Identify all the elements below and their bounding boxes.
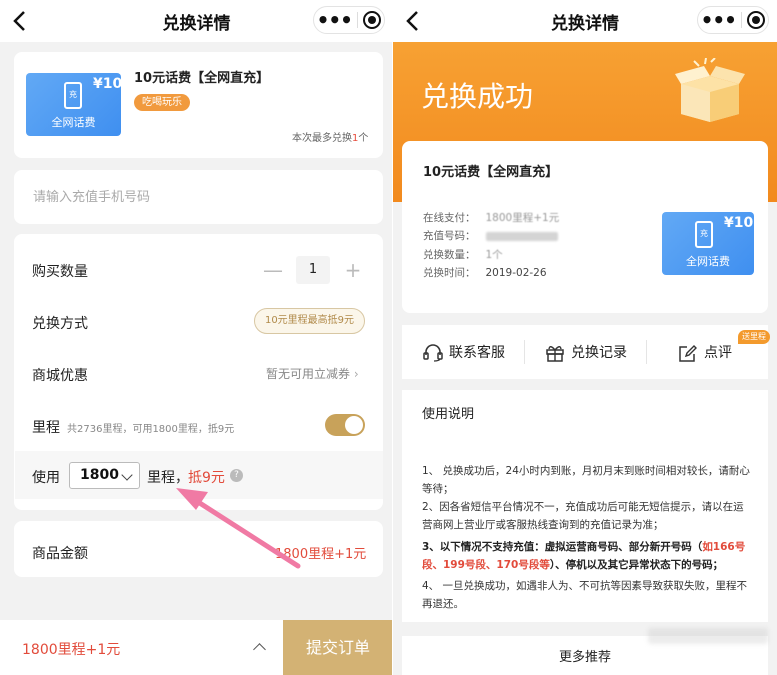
more-dots-icon[interactable]: ••• [701, 10, 737, 30]
page-title: 兑换详情 [551, 13, 619, 34]
back-arrow-icon[interactable] [10, 9, 32, 33]
detail-quantity: 兑换数量： 1个 [423, 249, 503, 261]
action-bar: 联系客服 兑换记录 点评 [402, 325, 768, 379]
redeem-records-button[interactable]: 兑换记录 [545, 342, 627, 362]
help-icon[interactable]: ? [230, 469, 243, 482]
mini-program-capsule: ••• [697, 6, 769, 34]
redeem-method-option[interactable]: 10元里程最高抵9元 [254, 308, 365, 334]
gift-box-icon [675, 58, 745, 122]
mileage-amount-select[interactable]: 1800 [69, 462, 140, 489]
left-navbar: 兑换详情 ••• [0, 0, 393, 42]
watermark [648, 628, 768, 644]
voucher-amount: ¥10 [724, 215, 754, 231]
edit-icon [679, 345, 697, 362]
voucher-caption: 全网话费 [686, 255, 730, 268]
mileage-toggle[interactable] [325, 414, 365, 436]
detail-payment: 在线支付： 1800里程+1元 [423, 212, 560, 224]
action-divider [646, 340, 647, 364]
right-screen: 兑换详情 ••• 兑换成功 10元话费【全网直充】 在线支付： 1800里程+1元… [393, 0, 777, 675]
category-tag: 吃喝玩乐 [134, 94, 190, 111]
usage-item-1: 1、 兑换成功后，24小时内到账，月初月末到账时间相对较长，请耐心等待； [422, 465, 750, 495]
right-navbar: 兑换详情 ••• [393, 0, 777, 42]
capsule-divider [741, 12, 743, 28]
usage-title: 使用说明 [422, 407, 475, 422]
usage-item-4: 4、 一旦兑换成功，如遇非人为、不可抗等因素导致获取失败，里程不再退还。 [422, 580, 748, 610]
chevron-right-icon: › [353, 367, 359, 381]
discount-value[interactable]: 暂无可用立减券 › [266, 365, 359, 382]
purchase-limit: 本次最多兑换1个 [292, 133, 369, 144]
page-title: 兑换详情 [162, 13, 231, 34]
voucher-amount: ¥10 [93, 76, 123, 92]
mileage-unit: 里程， [147, 470, 189, 486]
left-screen: 兑换详情 ••• 充 ¥10 全网话费 10元话费【全网直充】 吃喝玩乐 本次最… [0, 0, 393, 675]
reward-badge: 送里程 [738, 330, 770, 344]
discount-label: 商城优惠 [32, 368, 88, 384]
use-label: 使用 [32, 470, 60, 486]
quantity-stepper: — 1 + [262, 255, 364, 285]
usage-item-2: 2、因各省短信平台情况不一，充值成功后可能无短信提示，请以在运营商网上营业厅或客… [422, 501, 744, 531]
phone-recharge-icon: 充 [64, 82, 82, 109]
mileage-offset: 抵9元 [188, 470, 225, 486]
quantity-label: 购买数量 [32, 264, 88, 280]
usage-item-3: 3、以下情况不支持充值：虚拟运营商号码、部分新开号码（如166号段、199号段、… [422, 541, 746, 571]
gift-icon [546, 346, 564, 362]
contact-service-button[interactable]: 联系客服 [423, 342, 505, 362]
voucher-image: 充 ¥10 全网话费 [26, 73, 123, 136]
quantity-value[interactable]: 1 [296, 256, 330, 284]
phone-number-input[interactable] [14, 170, 383, 224]
review-button[interactable]: 点评 [678, 342, 732, 362]
success-title: 兑换成功 [421, 80, 534, 113]
back-arrow-icon[interactable] [403, 9, 425, 33]
mileage-label: 里程 [32, 420, 60, 436]
chevron-down-icon [121, 469, 133, 481]
increase-button[interactable]: + [342, 260, 364, 280]
mini-program-capsule: ••• [313, 6, 385, 34]
amount-label: 商品金额 [32, 546, 88, 562]
product-title: 10元话费【全网直充】 [134, 71, 270, 86]
decrease-button[interactable]: — [262, 260, 284, 280]
close-target-icon[interactable] [363, 11, 382, 29]
mileage-balance-note: 共2736里程，可用1800里程，抵9元 [67, 424, 235, 435]
bottom-total-price: 1800里程+1元 [22, 642, 121, 658]
more-dots-icon[interactable]: ••• [317, 10, 353, 30]
phone-recharge-icon: 充 [695, 221, 713, 248]
voucher-image: 充 ¥10 全网话费 [662, 212, 754, 275]
detail-phone: 充值号码： [423, 228, 558, 243]
submit-order-button[interactable]: 提交订单 [283, 620, 393, 675]
amount-value: 1800里程+1元 [275, 547, 367, 562]
action-divider [524, 340, 525, 364]
capsule-divider [357, 12, 359, 28]
order-product-title: 10元话费【全网直充】 [423, 165, 559, 180]
voucher-caption: 全网话费 [51, 116, 96, 129]
method-label: 兑换方式 [32, 316, 88, 332]
close-target-icon[interactable] [747, 11, 766, 29]
detail-time: 兑换时间： 2019-02-26 [423, 267, 547, 279]
headset-icon [423, 344, 443, 362]
